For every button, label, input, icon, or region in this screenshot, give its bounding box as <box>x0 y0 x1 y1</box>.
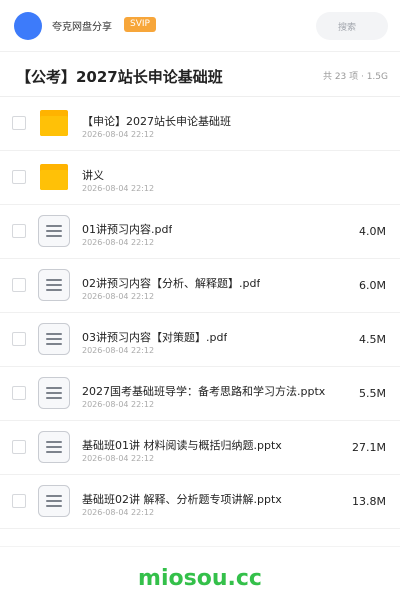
watermark-text: miosou.cc <box>138 566 262 591</box>
file-name[interactable]: 基础班01讲 材料阅读与概括归纳题.pptx <box>82 437 282 453</box>
search-placeholder: 搜索 <box>337 23 356 33</box>
file-date: 2026-08-04 22:12 <box>82 292 155 301</box>
document-icon <box>38 485 70 517</box>
select-checkbox[interactable] <box>12 278 26 292</box>
list-item[interactable]: 2027国考基础班导学：备考思路和学习方法.pptx 2026-08-04 22:… <box>0 367 400 421</box>
header-bar: 夸克网盘分享 SVIP 搜索 <box>0 0 400 52</box>
document-icon <box>38 323 70 355</box>
file-name[interactable]: 讲义 <box>82 167 104 183</box>
search-input[interactable]: 搜索 <box>316 12 388 40</box>
list-item[interactable]: 基础班01讲 材料阅读与概括归纳题.pptx 2026-08-04 22:12 27… <box>0 421 400 475</box>
document-icon <box>38 431 70 463</box>
select-checkbox[interactable] <box>12 332 26 346</box>
file-size: 13.8M <box>352 495 386 508</box>
document-icon <box>38 215 70 247</box>
divider <box>0 546 400 547</box>
file-size: 4.0M <box>359 225 386 238</box>
page-title: 【公考】2027站长申论基础班 <box>16 68 223 86</box>
folder-icon <box>38 107 70 139</box>
file-size: 27.1M <box>352 441 386 454</box>
list-item[interactable]: 02讲预习内容【分析、解释题】.pdf 2026-08-04 22:12 6.0M <box>0 259 400 313</box>
file-name[interactable]: 基础班02讲 解释、分析题专项讲解.pptx <box>82 491 282 507</box>
file-date: 2026-08-04 22:12 <box>82 508 155 517</box>
select-checkbox[interactable] <box>12 170 26 184</box>
file-name[interactable]: 01讲预习内容.pdf <box>82 221 172 237</box>
list-item[interactable]: 03讲预习内容【对策题】.pdf 2026-08-04 22:12 4.5M <box>0 313 400 367</box>
svip-badge: SVIP <box>124 17 156 32</box>
folder-title-bar: 【公考】2027站长申论基础班 共 23 项 · 1.5G <box>0 52 400 97</box>
file-list: 【申论】2027站长申论基础班 2026-08-04 22:12 讲义 2026-08… <box>0 97 400 529</box>
select-checkbox[interactable] <box>12 224 26 238</box>
file-size: 6.0M <box>359 279 386 292</box>
file-name[interactable]: 02讲预习内容【分析、解释题】.pdf <box>82 275 260 291</box>
app-name: 夸克网盘分享 <box>52 22 112 33</box>
folder-icon <box>38 161 70 193</box>
list-item[interactable]: 讲义 2026-08-04 22:12 <box>0 151 400 205</box>
file-date: 2026-08-04 22:12 <box>82 454 155 463</box>
list-item[interactable]: 01讲预习内容.pdf 2026-08-04 22:12 4.0M <box>0 205 400 259</box>
file-date: 2026-08-04 22:12 <box>82 400 155 409</box>
select-checkbox[interactable] <box>12 494 26 508</box>
select-checkbox[interactable] <box>12 386 26 400</box>
folder-summary: 共 23 项 · 1.5G <box>322 72 388 82</box>
file-date: 2026-08-04 22:12 <box>82 238 155 247</box>
avatar[interactable] <box>14 12 42 40</box>
list-item[interactable]: 【申论】2027站长申论基础班 2026-08-04 22:12 <box>0 97 400 151</box>
document-icon <box>38 269 70 301</box>
select-checkbox[interactable] <box>12 116 26 130</box>
file-date: 2026-08-04 22:12 <box>82 346 155 355</box>
list-item[interactable]: 基础班02讲 解释、分析题专项讲解.pptx 2026-08-04 22:12 13… <box>0 475 400 529</box>
file-size: 5.5M <box>359 387 386 400</box>
file-name[interactable]: 【申论】2027站长申论基础班 <box>82 113 231 129</box>
select-checkbox[interactable] <box>12 440 26 454</box>
file-date: 2026-08-04 22:12 <box>82 130 155 139</box>
document-icon <box>38 377 70 409</box>
file-name[interactable]: 2027国考基础班导学：备考思路和学习方法.pptx <box>82 383 325 399</box>
file-size: 4.5M <box>359 333 386 346</box>
file-date: 2026-08-04 22:12 <box>82 184 155 193</box>
file-name[interactable]: 03讲预习内容【对策题】.pdf <box>82 329 227 345</box>
